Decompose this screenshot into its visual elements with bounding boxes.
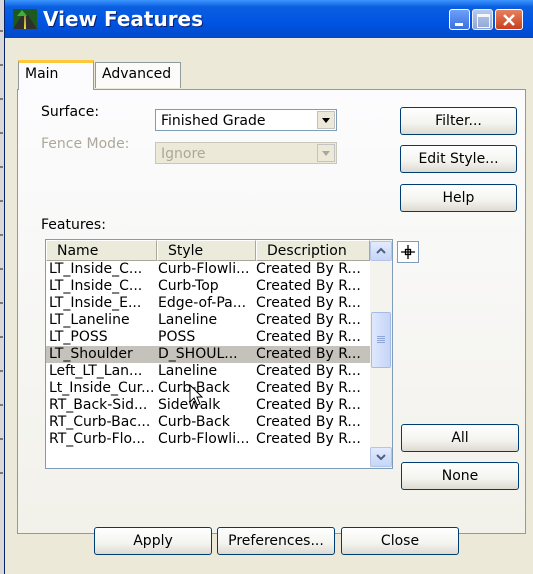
feature-name-cell: LT_Inside_E... [49, 295, 142, 311]
edit-style-button[interactable]: Edit Style... [400, 145, 517, 173]
features-rows: LT_Inside_C... Curb-Flowli... Created By R… [46, 261, 370, 448]
backdrop-edge-marks [0, 30, 3, 500]
list-item[interactable]: LT_Inside_C... Curb-Top Created By R... [46, 278, 370, 295]
maximize-button[interactable] [472, 9, 493, 30]
list-item[interactable]: Left_LT_Lan... Laneline Created By R... [46, 363, 370, 380]
scroll-up-button[interactable] [370, 241, 392, 261]
feature-name-cell: LT_POSS [49, 329, 108, 345]
feature-name-cell: LT_Inside_C... [49, 278, 143, 294]
crosshair-locate-icon [401, 245, 415, 259]
feature-style-cell: Curb-Top [158, 278, 219, 294]
locate-feature-button[interactable] [397, 241, 419, 263]
features-label: Features: [41, 217, 106, 233]
window-title: View Features [43, 7, 204, 31]
feature-style-cell: Sidewalk [158, 397, 221, 413]
feature-style-cell: Laneline [158, 312, 218, 328]
mouse-pointer-icon [189, 384, 204, 406]
chevron-down-icon [317, 144, 335, 162]
view-features-dialog: View Features Main Advanced Surface: Fin… [4, 0, 533, 574]
close-window-button[interactable] [495, 9, 523, 30]
apply-button[interactable]: Apply [94, 527, 212, 555]
column-header-description[interactable]: Description [256, 240, 370, 261]
feature-description-cell: Created By R... [256, 363, 361, 379]
feature-description-cell: Created By R... [256, 397, 361, 413]
fence-mode-label: Fence Mode: [41, 136, 130, 152]
feature-description-cell: Created By R... [256, 329, 361, 345]
feature-description-cell: Created By R... [256, 312, 361, 328]
tab-main[interactable]: Main [18, 60, 94, 90]
feature-style-cell: Laneline [158, 363, 218, 379]
feature-name-cell: LT_Shoulder [49, 346, 133, 362]
close-icon [503, 14, 515, 26]
list-item[interactable]: LT_Shoulder D_SHOUL... Created By R... [46, 346, 370, 363]
minimize-button[interactable] [449, 9, 470, 30]
select-all-button[interactable]: All [401, 424, 519, 452]
feature-description-cell: Created By R... [256, 346, 361, 362]
column-header-style[interactable]: Style [157, 240, 256, 261]
feature-description-cell: Created By R... [256, 414, 361, 430]
feature-description-cell: Created By R... [256, 380, 361, 396]
list-item[interactable]: LT_POSS POSS Created By R... [46, 329, 370, 346]
feature-style-cell: Curb-Back [158, 380, 230, 396]
features-list[interactable]: Name Style Description LT_Inside_C... Cur… [45, 239, 393, 469]
tab-advanced[interactable]: Advanced [95, 62, 181, 88]
list-item[interactable]: Lt_Inside_Cur... Curb-Back Created By R... [46, 380, 370, 397]
feature-description-cell: Created By R... [256, 261, 361, 277]
preferences-button[interactable]: Preferences... [217, 527, 335, 555]
surface-dropdown[interactable]: Finished Grade [155, 109, 337, 131]
help-button[interactable]: Help [400, 184, 517, 212]
feature-style-cell: Curb-Flowli... [158, 431, 250, 447]
column-header-name[interactable]: Name [46, 240, 157, 261]
list-item[interactable]: LT_Laneline Laneline Created By R... [46, 312, 370, 329]
scroll-down-button[interactable] [370, 447, 392, 467]
feature-name-cell: Left_LT_Lan... [49, 363, 143, 379]
list-item[interactable]: RT_Back-Sid... Sidewalk Created By R... [46, 397, 370, 414]
list-item[interactable]: LT_Inside_C... Curb-Flowli... Created By R… [46, 261, 370, 278]
chevron-up-icon [376, 247, 386, 254]
feature-name-cell: LT_Laneline [49, 312, 130, 328]
chevron-down-icon[interactable] [317, 111, 335, 129]
list-item[interactable]: LT_Inside_E... Edge-of-Pa... Created By R.… [46, 295, 370, 312]
list-item[interactable]: RT_Curb-Flo... Curb-Flowli... Created By R… [46, 431, 370, 448]
feature-style-cell: Edge-of-Pa... [158, 295, 247, 311]
feature-style-cell: POSS [158, 329, 196, 345]
surface-value: Finished Grade [161, 113, 266, 129]
features-list-header: Name Style Description [46, 240, 370, 261]
feature-style-cell: D_SHOUL... [158, 346, 238, 362]
road-app-icon [13, 9, 37, 29]
close-button[interactable]: Close [341, 527, 459, 555]
chevron-down-icon [376, 454, 386, 461]
filter-button[interactable]: Filter... [400, 107, 517, 135]
feature-name-cell: RT_Curb-Bac... [49, 414, 151, 430]
feature-name-cell: RT_Back-Sid... [49, 397, 148, 413]
fence-mode-dropdown: Ignore [155, 142, 337, 164]
scrollbar-thumb[interactable] [371, 312, 391, 368]
feature-name-cell: Lt_Inside_Cur... [49, 380, 155, 396]
feature-style-cell: Curb-Flowli... [158, 261, 250, 277]
feature-description-cell: Created By R... [256, 278, 361, 294]
feature-description-cell: Created By R... [256, 295, 361, 311]
list-item[interactable]: RT_Curb-Bac... Curb-Back Created By R... [46, 414, 370, 431]
title-bar[interactable]: View Features [5, 0, 533, 38]
feature-style-cell: Curb-Back [158, 414, 230, 430]
feature-name-cell: RT_Curb-Flo... [49, 431, 146, 447]
fence-mode-value: Ignore [161, 146, 206, 162]
surface-label: Surface: [41, 104, 100, 120]
select-none-button[interactable]: None [401, 462, 519, 490]
features-scrollbar[interactable] [370, 240, 392, 468]
feature-description-cell: Created By R... [256, 431, 361, 447]
feature-name-cell: LT_Inside_C... [49, 261, 143, 277]
